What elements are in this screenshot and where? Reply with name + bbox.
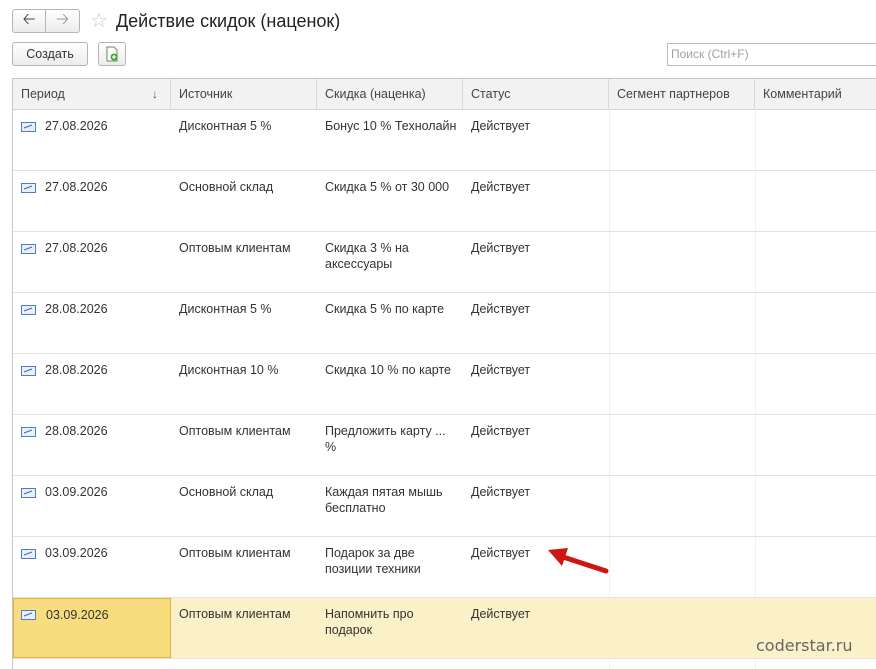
cell-source[interactable]: Основной склад [171, 476, 317, 536]
cell-discount[interactable]: Скидка 5 % по карте [317, 293, 463, 353]
title-bar: 🡠 🡢 ☆ Действие скидок (наценок) [12, 7, 340, 35]
back-button[interactable]: 🡠 [12, 9, 46, 33]
register-record-icon [21, 427, 36, 437]
arrow-left-icon: 🡠 [22, 10, 36, 28]
register-record-icon [21, 610, 36, 620]
cell-comment[interactable] [755, 110, 876, 170]
table-row[interactable]: 03.09.2026 Оптовым клиентам Подарок за две… [13, 537, 876, 598]
cell-period[interactable]: 27.08.2026 [13, 232, 171, 292]
register-record-icon [21, 366, 36, 376]
cell-period[interactable]: 28.08.2026 [13, 354, 171, 414]
cell-status[interactable]: Действует [463, 415, 609, 475]
register-record-icon [21, 244, 36, 254]
document-add-icon [106, 46, 118, 62]
cell-segment[interactable] [609, 537, 755, 597]
discounts-table: Период ↓ Источник Скидка (наценка) Стату… [12, 78, 876, 669]
cell-source[interactable]: Дисконтная 5 % [171, 110, 317, 170]
register-record-icon [21, 488, 36, 498]
cell-period[interactable]: 27.08.2026 [13, 171, 171, 231]
cell-source[interactable]: Дисконтная 10 % [171, 354, 317, 414]
cell-discount[interactable]: Подарок за две позиции техники [317, 537, 463, 597]
column-header-status[interactable]: Статус [463, 79, 609, 109]
arrow-right-icon: 🡢 [56, 10, 69, 28]
table-row[interactable]: 28.08.2026 Оптовым клиентам Предложить кар… [13, 415, 876, 476]
column-header-discount[interactable]: Скидка (наценка) [317, 79, 463, 109]
table-row[interactable]: 03.09.2026 Основной склад Каждая пятая мыш… [13, 476, 876, 537]
forward-button[interactable]: 🡢 [46, 9, 80, 33]
column-header-source[interactable]: Источник [171, 79, 317, 109]
cell-segment[interactable] [609, 415, 755, 475]
register-record-icon [21, 122, 36, 132]
column-header-period[interactable]: Период ↓ [13, 79, 171, 109]
sort-descending-icon: ↓ [152, 87, 158, 101]
cell-period[interactable]: 03.09.2026 [13, 476, 171, 536]
table-row[interactable]: 27.08.2026 Дисконтная 5 % Бонус 10 % Техно… [13, 110, 876, 171]
cell-comment[interactable] [755, 354, 876, 414]
cell-comment[interactable] [755, 537, 876, 597]
cell-segment[interactable] [609, 110, 755, 170]
cell-discount[interactable]: Каждая пятая мышь бесплатно [317, 476, 463, 536]
cell-status[interactable]: Действует [463, 171, 609, 231]
cell-comment[interactable] [755, 415, 876, 475]
cell-source[interactable]: Оптовым клиентам [171, 537, 317, 597]
cell-discount[interactable]: Скидка 5 % от 30 000 [317, 171, 463, 231]
cell-discount[interactable]: Предложить карту ... % [317, 415, 463, 475]
column-header-segment[interactable]: Сегмент партнеров [609, 79, 755, 109]
favorite-star-icon[interactable]: ☆ [90, 11, 108, 31]
cell-segment[interactable] [609, 598, 755, 658]
register-record-icon [21, 549, 36, 559]
cell-segment[interactable] [609, 293, 755, 353]
table-row[interactable]: 27.08.2026 Оптовым клиентам Скидка 3 % на … [13, 232, 876, 293]
cell-segment[interactable] [609, 171, 755, 231]
cell-segment[interactable] [609, 232, 755, 292]
table-row[interactable]: 28.08.2026 Дисконтная 10 % Скидка 10 % по … [13, 354, 876, 415]
toolbar: Создать [12, 42, 126, 66]
cell-status[interactable]: Действует [463, 476, 609, 536]
cell-source[interactable]: Оптовым клиентам [171, 415, 317, 475]
cell-discount[interactable]: Напомнить про подарок [317, 598, 463, 658]
cell-comment[interactable] [755, 171, 876, 231]
cell-comment[interactable] [755, 476, 876, 536]
cell-source[interactable]: Оптовым клиентам [171, 232, 317, 292]
annotation-arrow-icon [548, 548, 609, 574]
cell-status[interactable]: Действует [463, 598, 609, 658]
cell-status[interactable]: Действует [463, 354, 609, 414]
cell-period[interactable]: 28.08.2026 [13, 415, 171, 475]
cell-period[interactable]: 03.09.2026 [13, 598, 171, 658]
table-row[interactable]: 27.08.2026 Основной склад Скидка 5 % от 30… [13, 171, 876, 232]
cell-source[interactable]: Основной склад [171, 171, 317, 231]
create-button[interactable]: Создать [12, 42, 88, 66]
column-header-comment[interactable]: Комментарий [755, 79, 876, 109]
table-row[interactable]: 03.09.2026 Оптовым клиентам Напомнить про … [13, 598, 876, 659]
cell-discount[interactable]: Скидка 3 % на аксессуары [317, 232, 463, 292]
column-header-label: Период [21, 87, 65, 101]
cell-comment[interactable] [755, 293, 876, 353]
table-header: Период ↓ Источник Скидка (наценка) Стату… [13, 79, 876, 110]
cell-comment[interactable] [755, 232, 876, 292]
register-record-icon [21, 305, 36, 315]
search-input[interactable]: Поиск (Ctrl+F) [667, 43, 876, 66]
copy-document-button[interactable] [98, 42, 126, 66]
cell-period[interactable]: 27.08.2026 [13, 110, 171, 170]
cell-status[interactable]: Действует [463, 232, 609, 292]
register-record-icon [21, 183, 36, 193]
cell-source[interactable]: Оптовым клиентам [171, 598, 317, 658]
cell-discount[interactable]: Скидка 10 % по карте [317, 354, 463, 414]
cell-segment[interactable] [609, 476, 755, 536]
cell-status[interactable]: Действует [463, 293, 609, 353]
cell-source[interactable]: Дисконтная 5 % [171, 293, 317, 353]
cell-period[interactable]: 28.08.2026 [13, 293, 171, 353]
watermark: coderstar.ru [756, 636, 853, 655]
page-title: Действие скидок (наценок) [115, 10, 341, 31]
cell-discount[interactable]: Бонус 10 % Технолайн [317, 110, 463, 170]
table-row[interactable]: 28.08.2026 Дисконтная 5 % Скидка 5 % по ка… [13, 293, 876, 354]
cell-segment[interactable] [609, 354, 755, 414]
cell-period[interactable]: 03.09.2026 [13, 537, 171, 597]
cell-status[interactable]: Действует [463, 110, 609, 170]
